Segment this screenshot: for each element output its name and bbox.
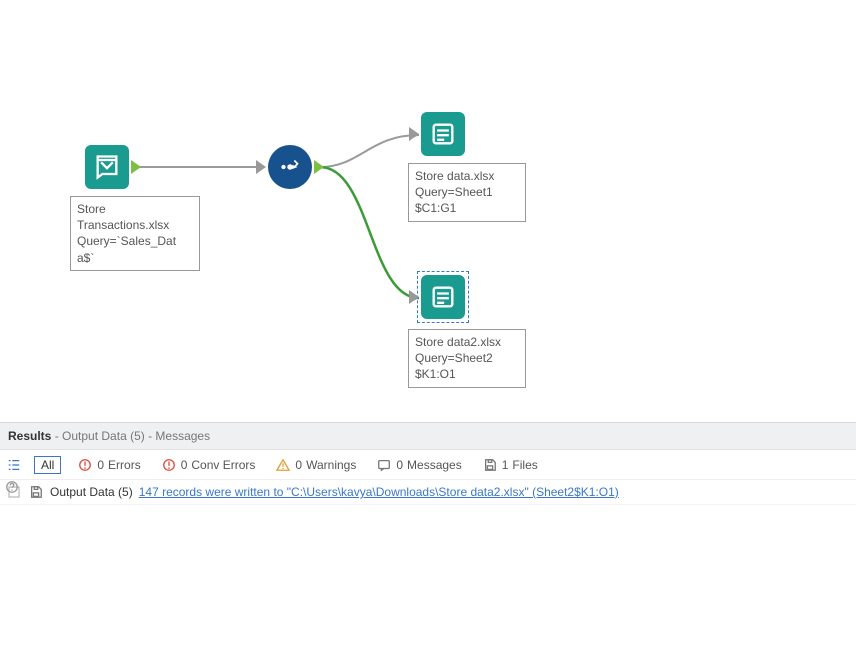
warnings-count: 0 [295, 458, 302, 472]
output2-annotation[interactable]: Store data2.xlsx Query=Sheet2 $K1:O1 [408, 329, 526, 388]
output-anchor[interactable] [314, 160, 324, 174]
filter-files-button[interactable]: 1 Files [478, 455, 542, 475]
filter-errors-button[interactable]: 0 Errors [73, 455, 144, 475]
conv-errors-count: 0 [181, 458, 188, 472]
output-tool-1[interactable] [421, 112, 465, 156]
results-panel: Results - Output Data (5) - Messages All… [0, 422, 856, 662]
files-label: Files [512, 458, 537, 472]
messages-count: 0 [396, 458, 403, 472]
results-side-icons [4, 479, 20, 495]
input-tool[interactable] [85, 145, 129, 189]
list-icon[interactable] [6, 457, 22, 473]
help-icon[interactable] [4, 479, 20, 495]
conv-errors-label: Conv Errors [191, 458, 255, 472]
filter-messages-button[interactable]: 0 Messages [372, 455, 465, 475]
results-log-row[interactable]: Output Data (5) 147 records were written… [0, 480, 856, 505]
results-title: Results [8, 429, 51, 443]
workflow-canvas[interactable]: Store Transactions.xlsx Query=`Sales_Dat… [0, 0, 856, 422]
input-anchor[interactable] [409, 290, 419, 304]
file-save-icon [28, 484, 44, 500]
output-data-icon [421, 275, 465, 319]
warning-icon [275, 457, 291, 473]
error-icon [77, 457, 93, 473]
select-tool[interactable] [268, 145, 312, 189]
log-source: Output Data (5) [50, 485, 133, 499]
output-anchor[interactable] [131, 160, 141, 174]
message-icon [376, 457, 392, 473]
input-anchor[interactable] [256, 160, 266, 174]
filter-conv-errors-button[interactable]: 0 Conv Errors [157, 455, 260, 475]
conv-error-icon [161, 457, 177, 473]
filter-warnings-button[interactable]: 0 Warnings [271, 455, 360, 475]
output1-annotation[interactable]: Store data.xlsx Query=Sheet1 $C1:G1 [408, 163, 526, 222]
results-header: Results - Output Data (5) - Messages [0, 423, 856, 450]
input-annotation[interactable]: Store Transactions.xlsx Query=`Sales_Dat… [70, 196, 200, 271]
errors-count: 0 [97, 458, 104, 472]
file-save-icon [482, 457, 498, 473]
input-anchor[interactable] [409, 127, 419, 141]
log-message-link[interactable]: 147 records were written to "C:\Users\ka… [139, 485, 619, 499]
warnings-label: Warnings [306, 458, 356, 472]
select-tool-icon [268, 145, 312, 189]
results-subtitle: - Output Data (5) - Messages [55, 429, 210, 443]
input-data-icon [85, 145, 129, 189]
output-data-icon [421, 112, 465, 156]
files-count: 1 [502, 458, 509, 472]
messages-label: Messages [407, 458, 462, 472]
results-filter-bar: All 0 Errors 0 Conv Errors 0 Warnings 0 … [0, 450, 856, 480]
errors-label: Errors [108, 458, 141, 472]
filter-all-button[interactable]: All [34, 456, 61, 474]
output-tool-2[interactable] [421, 275, 465, 319]
